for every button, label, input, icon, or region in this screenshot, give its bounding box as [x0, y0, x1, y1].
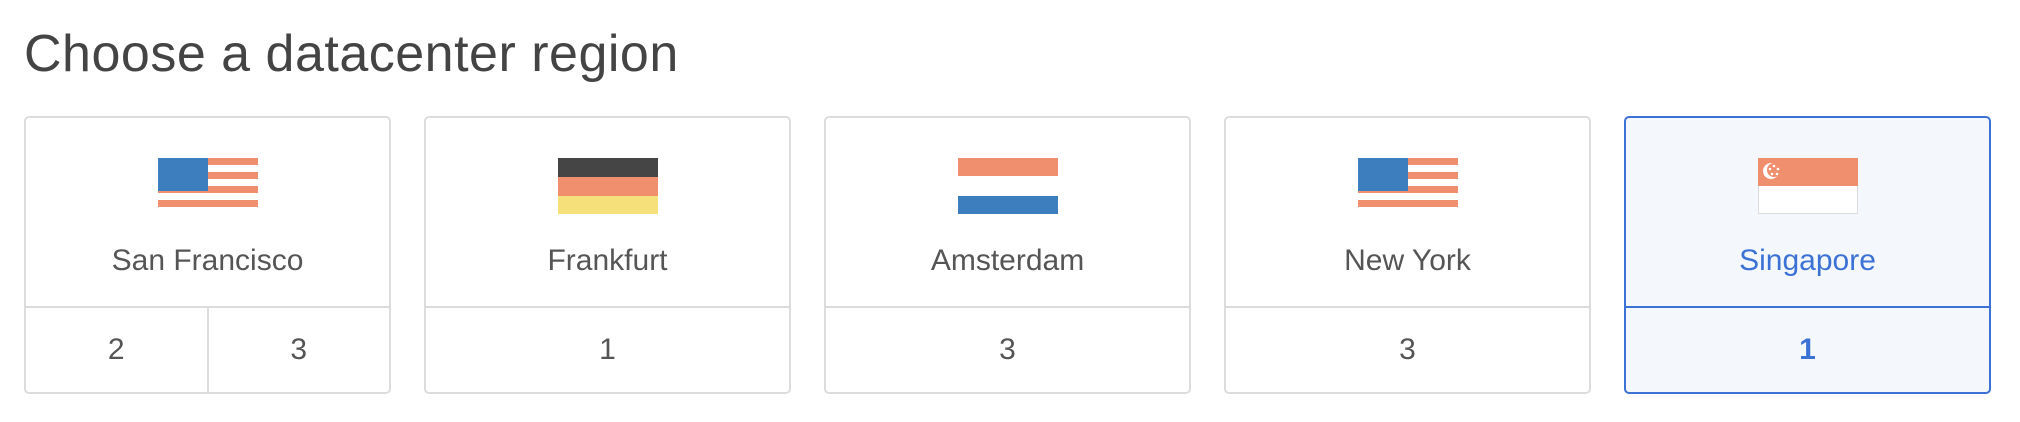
region-card-header[interactable]: Amsterdam	[826, 118, 1189, 308]
region-card-singapore[interactable]: Singapore 1	[1624, 116, 1991, 394]
version-row: 2 3	[26, 308, 389, 392]
version-row: 3	[826, 308, 1189, 392]
version-option[interactable]: 3	[826, 308, 1189, 392]
region-card-header[interactable]: New York	[1226, 118, 1589, 308]
page-title: Choose a datacenter region	[24, 25, 679, 83]
region-card-frankfurt[interactable]: Frankfurt 1	[424, 116, 791, 394]
region-name: Singapore	[1739, 244, 1876, 277]
version-row: 1	[426, 308, 789, 392]
region-card-header[interactable]: Frankfurt	[426, 118, 789, 308]
version-option[interactable]: 2	[26, 308, 207, 392]
version-row: 3	[1226, 308, 1589, 392]
version-option[interactable]: 3	[206, 308, 390, 392]
region-card-header[interactable]: Singapore	[1626, 118, 1989, 308]
region-card-header[interactable]: San Francisco	[26, 118, 389, 308]
version-option[interactable]: 1	[1626, 308, 1989, 392]
germany-flag-icon	[557, 158, 658, 214]
us-flag-icon	[1357, 158, 1458, 207]
singapore-flag-icon	[1757, 158, 1858, 214]
version-option[interactable]: 1	[426, 308, 789, 392]
region-name: Frankfurt	[547, 244, 668, 277]
region-card-san-francisco[interactable]: San Francisco 2 3	[24, 116, 391, 394]
region-name: Amsterdam	[930, 244, 1085, 277]
netherlands-flag-icon	[957, 158, 1058, 214]
us-flag-icon	[157, 158, 258, 207]
region-name: San Francisco	[111, 244, 304, 277]
version-option[interactable]: 3	[1226, 308, 1589, 392]
region-list: San Francisco 2 3 Frankfurt 1 Amsterdam …	[24, 116, 1991, 394]
region-card-amsterdam[interactable]: Amsterdam 3	[824, 116, 1191, 394]
version-row: 1	[1626, 308, 1989, 392]
region-card-new-york[interactable]: New York 3	[1224, 116, 1591, 394]
region-name: New York	[1344, 244, 1471, 277]
